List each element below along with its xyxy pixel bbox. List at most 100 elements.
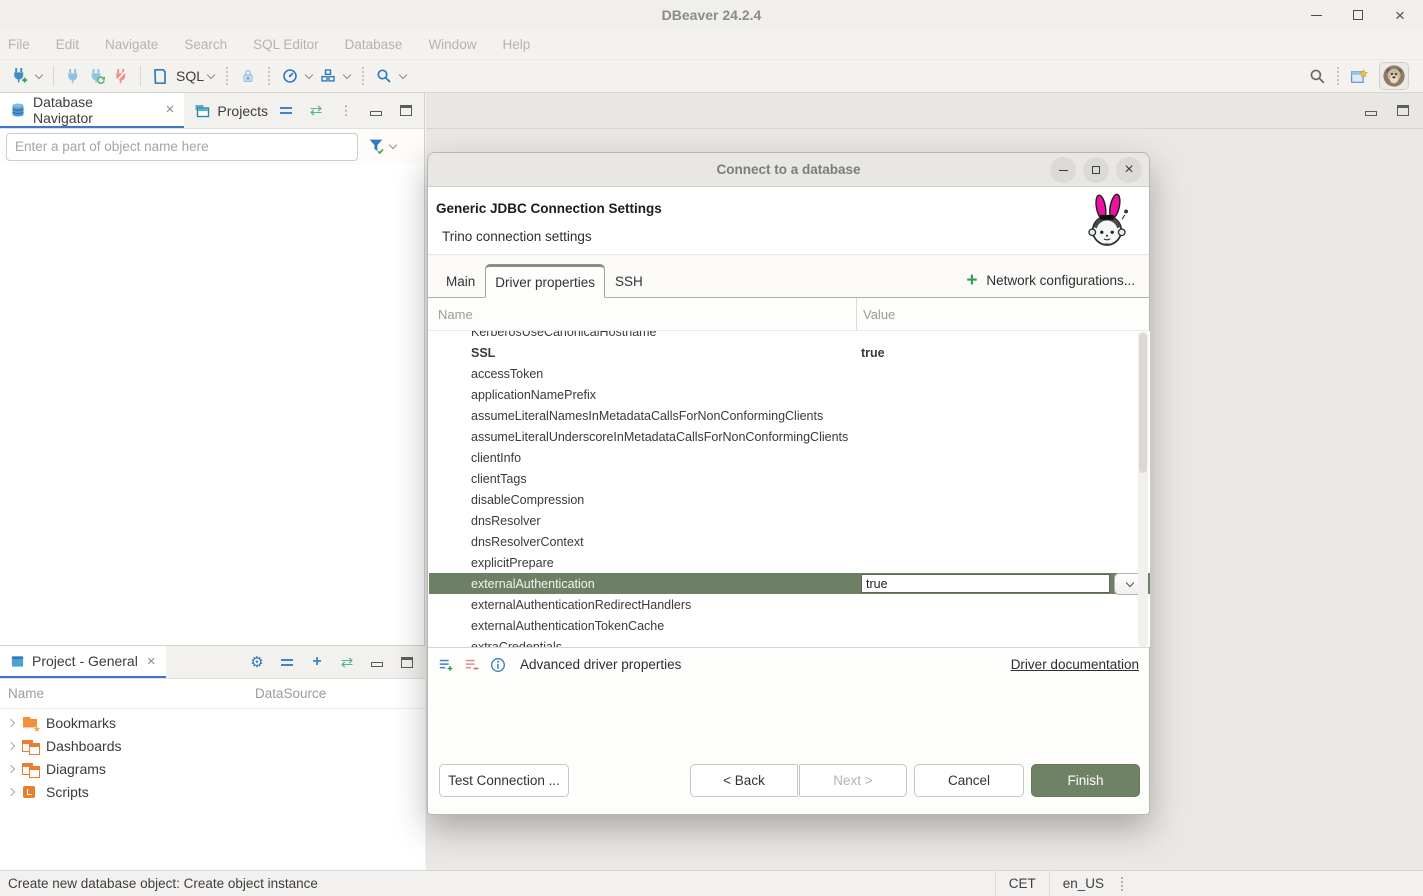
tree-item-diagrams[interactable]: Diagrams (0, 757, 425, 780)
column-datasource[interactable]: DataSource (255, 686, 326, 701)
minimize-panel-icon[interactable] (1363, 103, 1379, 119)
sql-editor-label[interactable]: SQL (176, 68, 204, 84)
driver-property-row[interactable]: SSLtrue (429, 342, 1150, 363)
tab-main[interactable]: Main (436, 267, 485, 297)
remove-property-icon[interactable] (464, 657, 480, 673)
column-name[interactable]: Name (0, 686, 255, 701)
column-value[interactable]: Value (856, 298, 1149, 330)
finish-button[interactable]: Finish (1031, 764, 1140, 797)
maximize-panel-icon[interactable] (398, 103, 414, 119)
link-with-editor-icon[interactable]: ⇄ (339, 654, 355, 670)
tab-projects[interactable]: Projects (184, 93, 278, 128)
next-button[interactable]: Next > (799, 764, 907, 797)
expander-chevron-icon[interactable] (7, 764, 15, 772)
driver-property-row[interactable]: explicitPrepare (429, 552, 1150, 573)
chevron-down-icon[interactable] (35, 70, 43, 78)
minimize-icon[interactable] (1307, 6, 1325, 24)
open-perspective-icon[interactable] (1347, 63, 1371, 89)
close-icon[interactable]: × (1391, 6, 1409, 24)
menu-help[interactable]: Help (502, 37, 530, 52)
property-value-input[interactable] (861, 574, 1110, 593)
add-property-icon[interactable] (438, 657, 454, 673)
filter-settings-button[interactable] (368, 138, 400, 155)
driver-property-row[interactable]: externalAuthenticationRedirectHandlers (429, 594, 1150, 615)
expander-chevron-icon[interactable] (7, 718, 15, 726)
chevron-down-icon[interactable] (207, 70, 215, 78)
scrollbar-thumb[interactable] (1139, 333, 1147, 473)
dialog-minimize-icon[interactable] (1050, 157, 1076, 183)
maximize-panel-icon[interactable] (1395, 103, 1411, 119)
search-icon[interactable] (372, 63, 396, 89)
tab-database-navigator[interactable]: Database Navigator × (0, 93, 184, 128)
disconnect-icon[interactable] (109, 63, 133, 89)
new-connection-icon[interactable] (8, 63, 32, 89)
property-value[interactable] (857, 573, 1150, 595)
tree-item-bookmarks[interactable]: Bookmarks (0, 711, 425, 734)
cancel-button[interactable]: Cancel (914, 764, 1024, 797)
dialog-titlebar[interactable]: Connect to a database × (428, 153, 1149, 187)
minimize-panel-icon[interactable] (368, 103, 384, 119)
driver-property-row[interactable]: assumeLiteralNamesInMetadataCallsForNonC… (429, 405, 1150, 426)
collapse-all-icon[interactable] (278, 103, 294, 119)
menu-edit[interactable]: Edit (56, 37, 79, 52)
chevron-down-icon[interactable] (343, 70, 351, 78)
minimize-panel-icon[interactable] (369, 654, 385, 670)
menu-search[interactable]: Search (184, 37, 227, 52)
driver-property-row[interactable]: clientInfo (429, 447, 1150, 468)
property-name: explicitPrepare (429, 556, 857, 570)
chevron-down-icon[interactable] (399, 70, 407, 78)
maximize-icon[interactable] (1349, 6, 1367, 24)
driver-property-row[interactable]: dnsResolver (429, 510, 1150, 531)
maximize-panel-icon[interactable] (399, 654, 415, 670)
tree-item-dashboards[interactable]: Dashboards (0, 734, 425, 757)
driver-property-row[interactable]: clientTags (429, 468, 1150, 489)
driver-property-row[interactable]: assumeLiteralUnderscoreInMetadataCallsFo… (429, 426, 1150, 447)
dialog-close-icon[interactable]: × (1116, 157, 1142, 183)
expander-chevron-icon[interactable] (7, 787, 15, 795)
driver-property-row[interactable]: externalAuthentication (429, 573, 1150, 594)
locale-indicator[interactable]: en_US (1049, 871, 1117, 896)
back-button[interactable]: < Back (690, 764, 798, 797)
timezone-indicator[interactable]: CET (995, 871, 1049, 896)
projects-crate-icon[interactable] (316, 63, 340, 89)
tab-project-general[interactable]: Project - General × (0, 646, 166, 678)
tab-ssh[interactable]: SSH (605, 267, 653, 297)
connect-icon[interactable] (61, 63, 85, 89)
tab-driver-properties[interactable]: Driver properties (485, 264, 605, 298)
driver-property-row[interactable]: externalAuthenticationTokenCache (429, 615, 1150, 636)
driver-property-row[interactable]: accessToken (429, 363, 1150, 384)
expander-chevron-icon[interactable] (7, 741, 15, 749)
driver-property-row[interactable]: applicationNamePrefix (429, 384, 1150, 405)
menu-navigate[interactable]: Navigate (105, 37, 158, 52)
view-menu-icon[interactable]: ⋮ (338, 103, 354, 119)
dashboard-gauge-icon[interactable] (278, 63, 302, 89)
gear-icon[interactable]: ⚙ (249, 654, 265, 670)
global-search-icon[interactable] (1305, 63, 1329, 89)
object-filter-input[interactable] (6, 133, 358, 161)
driver-property-row[interactable]: dnsResolverContext (429, 531, 1150, 552)
expand-all-icon[interactable]: + (309, 654, 325, 670)
menu-sql-editor[interactable]: SQL Editor (253, 37, 319, 52)
collapse-all-icon[interactable] (279, 654, 295, 670)
sql-editor-icon[interactable] (148, 63, 172, 89)
dialog-maximize-icon[interactable] (1083, 157, 1109, 183)
menu-file[interactable]: File (8, 37, 30, 52)
chevron-down-icon[interactable] (305, 70, 313, 78)
column-name[interactable]: Name (428, 307, 856, 322)
reconnect-icon[interactable] (85, 63, 109, 89)
driver-property-row[interactable]: KerberosUseCanonicalHostname (429, 331, 1150, 342)
tree-item-scripts[interactable]: Scripts (0, 780, 425, 803)
test-connection-button[interactable]: Test Connection ... (439, 764, 569, 797)
menu-database[interactable]: Database (345, 37, 403, 52)
driver-property-row[interactable]: disableCompression (429, 489, 1150, 510)
driver-property-row[interactable]: extraCredentials (429, 636, 1150, 647)
close-tab-icon[interactable]: × (147, 654, 156, 669)
driver-documentation-link[interactable]: Driver documentation (1011, 657, 1139, 672)
database-navigator-tree[interactable] (0, 164, 424, 680)
scrollbar[interactable] (1138, 331, 1148, 647)
network-configurations-button[interactable]: + Network configurations... (966, 273, 1135, 288)
user-avatar[interactable] (1379, 62, 1409, 90)
link-with-editor-icon[interactable]: ⇄ (308, 103, 324, 119)
close-tab-icon[interactable]: × (166, 102, 175, 117)
menu-window[interactable]: Window (428, 37, 476, 52)
